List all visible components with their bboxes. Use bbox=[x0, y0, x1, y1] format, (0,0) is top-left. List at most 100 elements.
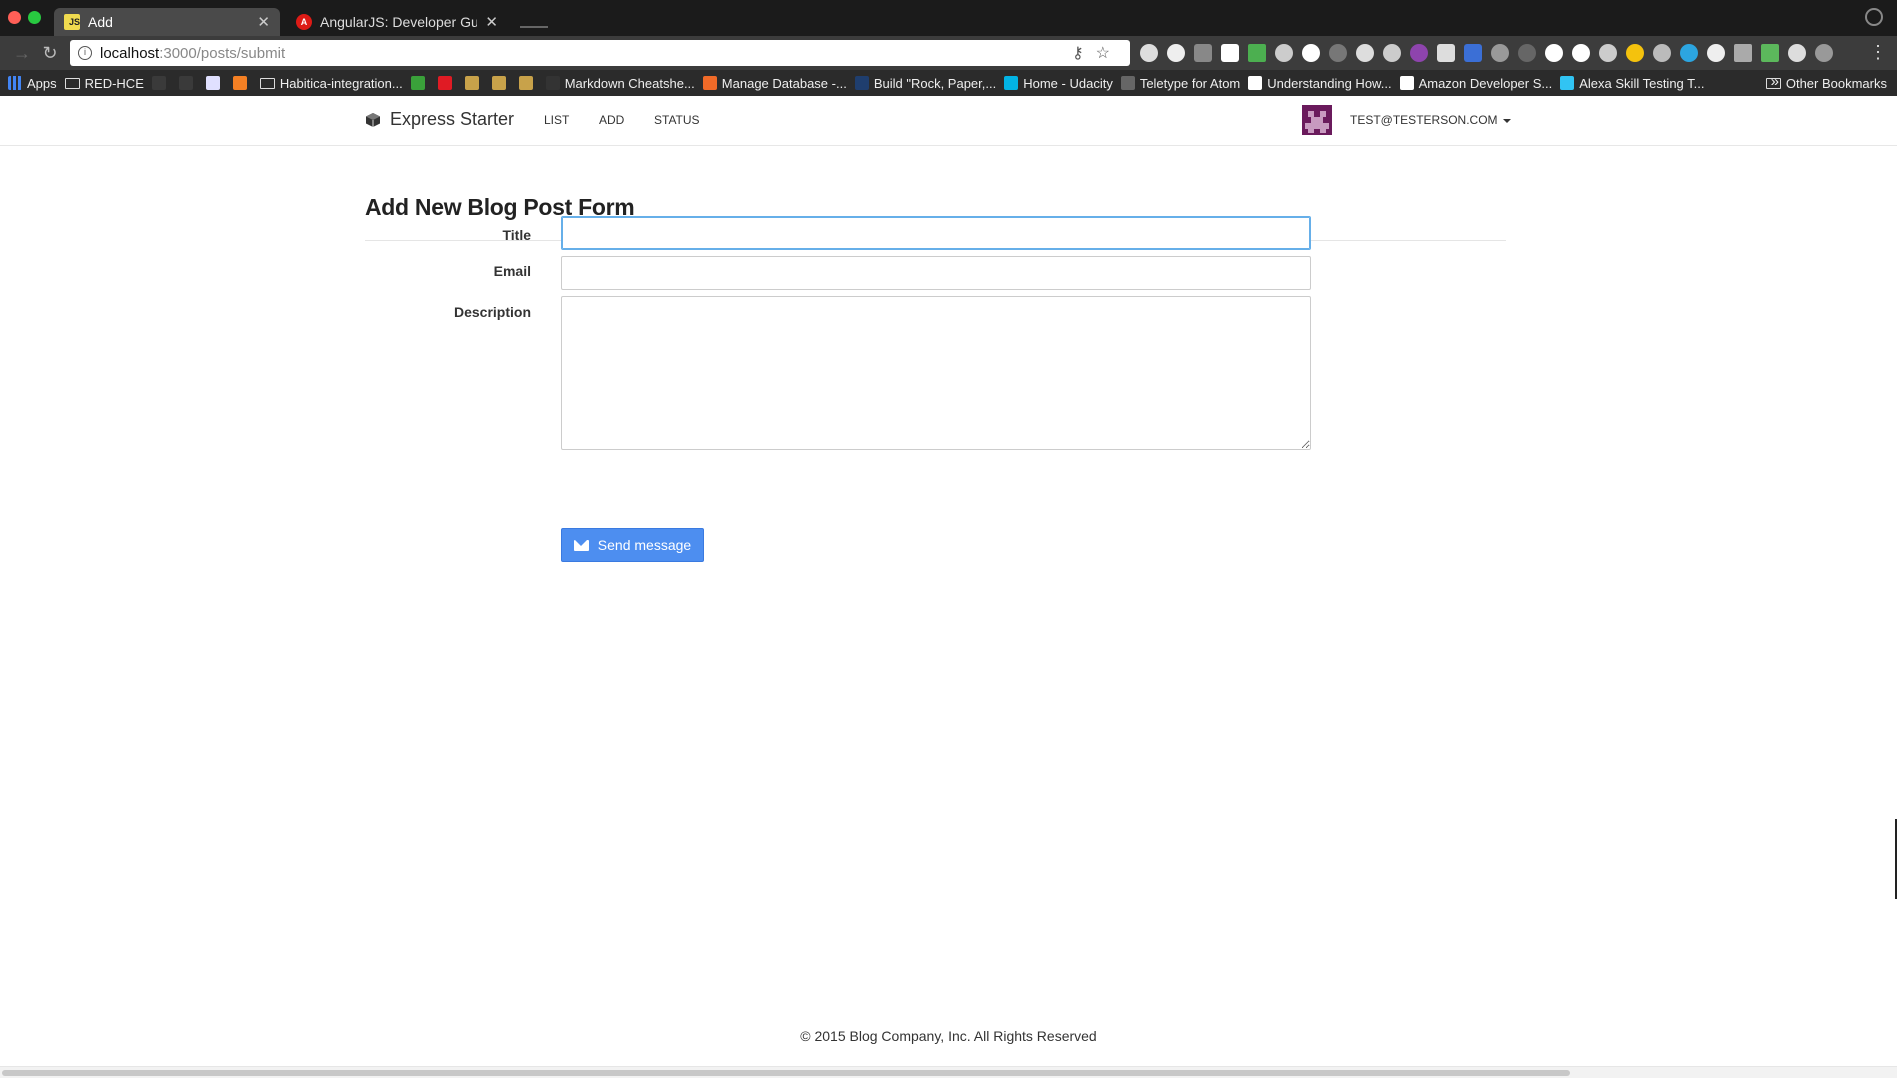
extension-icon[interactable] bbox=[1221, 44, 1239, 62]
extension-icon[interactable] bbox=[1761, 44, 1779, 62]
close-tab-icon[interactable]: ✕ bbox=[485, 13, 498, 31]
extension-icons bbox=[1140, 44, 1833, 62]
extension-icon[interactable] bbox=[1194, 44, 1212, 62]
js-icon: JS bbox=[64, 14, 80, 30]
site-favicon-icon bbox=[464, 76, 479, 90]
bookmark-apps[interactable]: Apps bbox=[8, 76, 57, 91]
bookmark-item[interactable]: Markdown Cheatshe... bbox=[545, 76, 695, 91]
new-tab-button[interactable] bbox=[520, 14, 548, 28]
extension-icon[interactable] bbox=[1275, 44, 1293, 62]
other-bookmarks[interactable]: Other Bookmarks bbox=[1765, 70, 1887, 96]
avatar[interactable] bbox=[1302, 105, 1332, 135]
extension-icon[interactable] bbox=[1707, 44, 1725, 62]
site-favicon-icon bbox=[205, 76, 220, 90]
site-favicon-icon bbox=[1560, 76, 1575, 90]
folder-icon bbox=[259, 77, 275, 89]
bookmark-folder[interactable]: Habitica-integration... bbox=[259, 75, 403, 91]
extension-icon[interactable] bbox=[1410, 44, 1428, 62]
bookmark-item[interactable]: Alexa Skill Testing T... bbox=[1560, 75, 1705, 91]
extension-icon[interactable] bbox=[1140, 44, 1158, 62]
site-favicon-icon bbox=[151, 76, 166, 90]
extension-icon[interactable] bbox=[1302, 44, 1320, 62]
extension-icon[interactable] bbox=[1788, 44, 1806, 62]
nav-link-add[interactable]: ADD bbox=[599, 113, 624, 127]
extension-icon[interactable] bbox=[1626, 44, 1644, 62]
brand-link[interactable]: Express Starter bbox=[365, 109, 514, 130]
extension-icon[interactable] bbox=[1815, 44, 1833, 62]
menu-icon[interactable]: ⋮ bbox=[1869, 42, 1887, 63]
site-favicon-icon bbox=[491, 76, 506, 90]
title-input[interactable] bbox=[561, 216, 1311, 250]
tab-title: Add bbox=[88, 14, 113, 30]
user-menu-dropdown[interactable]: TEST@TESTERSON.COM bbox=[1350, 113, 1511, 127]
email-field[interactable] bbox=[561, 256, 1311, 290]
description-textarea[interactable] bbox=[561, 296, 1311, 450]
bookmark-label: Habitica-integration... bbox=[279, 75, 403, 91]
bookmark-item[interactable]: Manage Database -... bbox=[702, 76, 847, 91]
zoom-window-icon[interactable] bbox=[28, 11, 41, 24]
envelope-icon bbox=[573, 539, 589, 551]
bookmark-item[interactable]: Build "Rock, Paper,... bbox=[854, 76, 996, 91]
extension-icon[interactable] bbox=[1599, 44, 1617, 62]
horizontal-scrollbar[interactable] bbox=[0, 1066, 1897, 1078]
title-label: Title bbox=[502, 227, 531, 243]
extension-icon[interactable] bbox=[1572, 44, 1590, 62]
bookmark-label: RED-HCE bbox=[84, 75, 144, 91]
profile-icon[interactable] bbox=[1865, 8, 1883, 26]
bookmarks-bar: Apps RED-HCE Habitica-integration... Markdo… bbox=[0, 70, 1897, 96]
close-window-icon[interactable] bbox=[8, 11, 21, 24]
extension-icon[interactable] bbox=[1653, 44, 1671, 62]
info-icon[interactable]: i bbox=[78, 46, 92, 60]
site-favicon-icon bbox=[545, 76, 560, 90]
extension-icon[interactable] bbox=[1734, 44, 1752, 62]
tab-angularjs[interactable]: A AngularJS: Developer Guide: F ✕ bbox=[286, 8, 508, 36]
bookmark-item[interactable] bbox=[232, 76, 252, 90]
back-arrow-icon[interactable]: → bbox=[10, 41, 34, 65]
url-host: localhost bbox=[100, 44, 160, 62]
bookmark-item[interactable] bbox=[437, 76, 457, 90]
extension-icon[interactable] bbox=[1545, 44, 1563, 62]
nav-link-status[interactable]: STATUS bbox=[654, 113, 700, 127]
key-and-star-icons[interactable]: ⚷☆ bbox=[1072, 43, 1122, 63]
bookmark-folder[interactable]: RED-HCE bbox=[64, 75, 144, 91]
bookmark-item[interactable]: Amazon Developer S... bbox=[1399, 75, 1553, 91]
bookmark-item[interactable] bbox=[410, 76, 430, 90]
bookmark-item[interactable] bbox=[464, 76, 484, 90]
extension-icon[interactable] bbox=[1518, 44, 1536, 62]
bookmark-item[interactable] bbox=[178, 76, 198, 90]
site-favicon-icon bbox=[1248, 76, 1263, 90]
apps-grid-icon bbox=[8, 76, 22, 90]
tab-add[interactable]: JS Add ✕ bbox=[54, 8, 280, 36]
extension-icon[interactable] bbox=[1680, 44, 1698, 62]
bookmark-item[interactable] bbox=[205, 76, 225, 90]
bookmark-item[interactable]: Understanding How... bbox=[1248, 75, 1392, 91]
folder-icon bbox=[1765, 77, 1781, 89]
page: Express Starter LIST ADD STATUS TEST@TES… bbox=[0, 96, 1897, 1078]
bookmark-item[interactable]: Teletype for Atom bbox=[1120, 76, 1240, 91]
send-message-button[interactable]: Send message bbox=[561, 528, 704, 562]
bookmark-item[interactable] bbox=[518, 76, 538, 90]
address-bar[interactable]: i localhost:3000/posts/submit ⚷☆ bbox=[70, 40, 1130, 66]
other-bookmarks-label: Other Bookmarks bbox=[1785, 75, 1887, 91]
reload-icon[interactable]: ↻ bbox=[38, 41, 62, 65]
extension-icon[interactable] bbox=[1437, 44, 1455, 62]
nav-link-list[interactable]: LIST bbox=[544, 113, 569, 127]
bookmark-label: Amazon Developer S... bbox=[1418, 75, 1553, 91]
url-path: :3000/posts/submit bbox=[159, 44, 286, 62]
scrollbar-thumb[interactable] bbox=[2, 1070, 1570, 1076]
extension-icon[interactable] bbox=[1248, 44, 1266, 62]
extension-icon[interactable] bbox=[1464, 44, 1482, 62]
extension-icon[interactable] bbox=[1491, 44, 1509, 62]
extension-icon[interactable] bbox=[1356, 44, 1374, 62]
site-favicon-icon bbox=[1004, 76, 1019, 90]
bookmark-label: Alexa Skill Testing T... bbox=[1579, 75, 1705, 91]
footer-copyright: © 2015 Blog Company, Inc. All Rights Res… bbox=[800, 1028, 1097, 1044]
extension-icon[interactable] bbox=[1329, 44, 1347, 62]
bookmark-item[interactable] bbox=[491, 76, 511, 90]
bookmark-item[interactable]: Home - Udacity bbox=[1004, 76, 1113, 91]
close-tab-icon[interactable]: ✕ bbox=[257, 13, 270, 31]
extension-icon[interactable] bbox=[1167, 44, 1185, 62]
bookmark-item[interactable] bbox=[151, 76, 171, 90]
bookmark-label: Understanding How... bbox=[1267, 75, 1392, 91]
extension-icon[interactable] bbox=[1383, 44, 1401, 62]
